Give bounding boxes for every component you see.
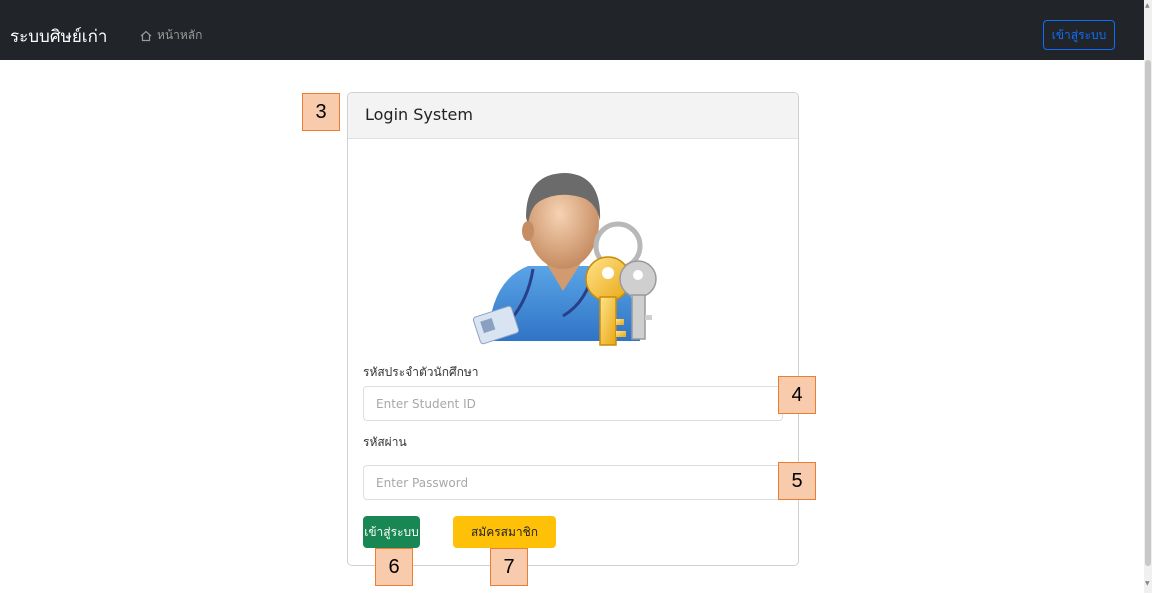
callout-5: 5 (778, 462, 816, 500)
top-navbar: ระบบศิษย์เก่า หน้าหลัก เข้าสู่ระบบ (0, 0, 1144, 60)
callout-4: 4 (778, 376, 816, 414)
login-card-title: Login System (348, 93, 798, 139)
password-input[interactable] (363, 465, 783, 500)
home-link-label: หน้าหลัก (157, 28, 203, 42)
vertical-scrollbar[interactable]: ▲ ▼ (1144, 0, 1152, 593)
scrollbar-thumb[interactable] (1145, 60, 1151, 566)
scroll-down-arrow-icon[interactable]: ▼ (1145, 580, 1150, 587)
login-card: Login System รหัสประจำตัวนักศึกษา Enter … (347, 92, 799, 566)
scroll-up-arrow-icon[interactable]: ▲ (1145, 2, 1150, 9)
student-id-label: รหัสประจำตัวนักศึกษา (363, 365, 479, 379)
callout-7: 7 (490, 548, 528, 586)
register-button[interactable]: สมัครสมาชิก (453, 516, 556, 548)
home-icon (140, 30, 152, 41)
login-button[interactable]: เข้าสู่ระบบ (363, 516, 420, 548)
callout-3: 3 (302, 93, 340, 131)
callout-6: 6 (375, 548, 413, 586)
home-link[interactable]: หน้าหลัก (140, 26, 202, 45)
navbar-login-button[interactable]: เข้าสู่ระบบ (1043, 20, 1115, 50)
user-key-icon (468, 151, 678, 351)
password-label: รหัสผ่าน (363, 435, 407, 449)
student-id-input[interactable] (363, 386, 783, 421)
navbar-brand[interactable]: ระบบศิษย์เก่า (10, 23, 107, 50)
